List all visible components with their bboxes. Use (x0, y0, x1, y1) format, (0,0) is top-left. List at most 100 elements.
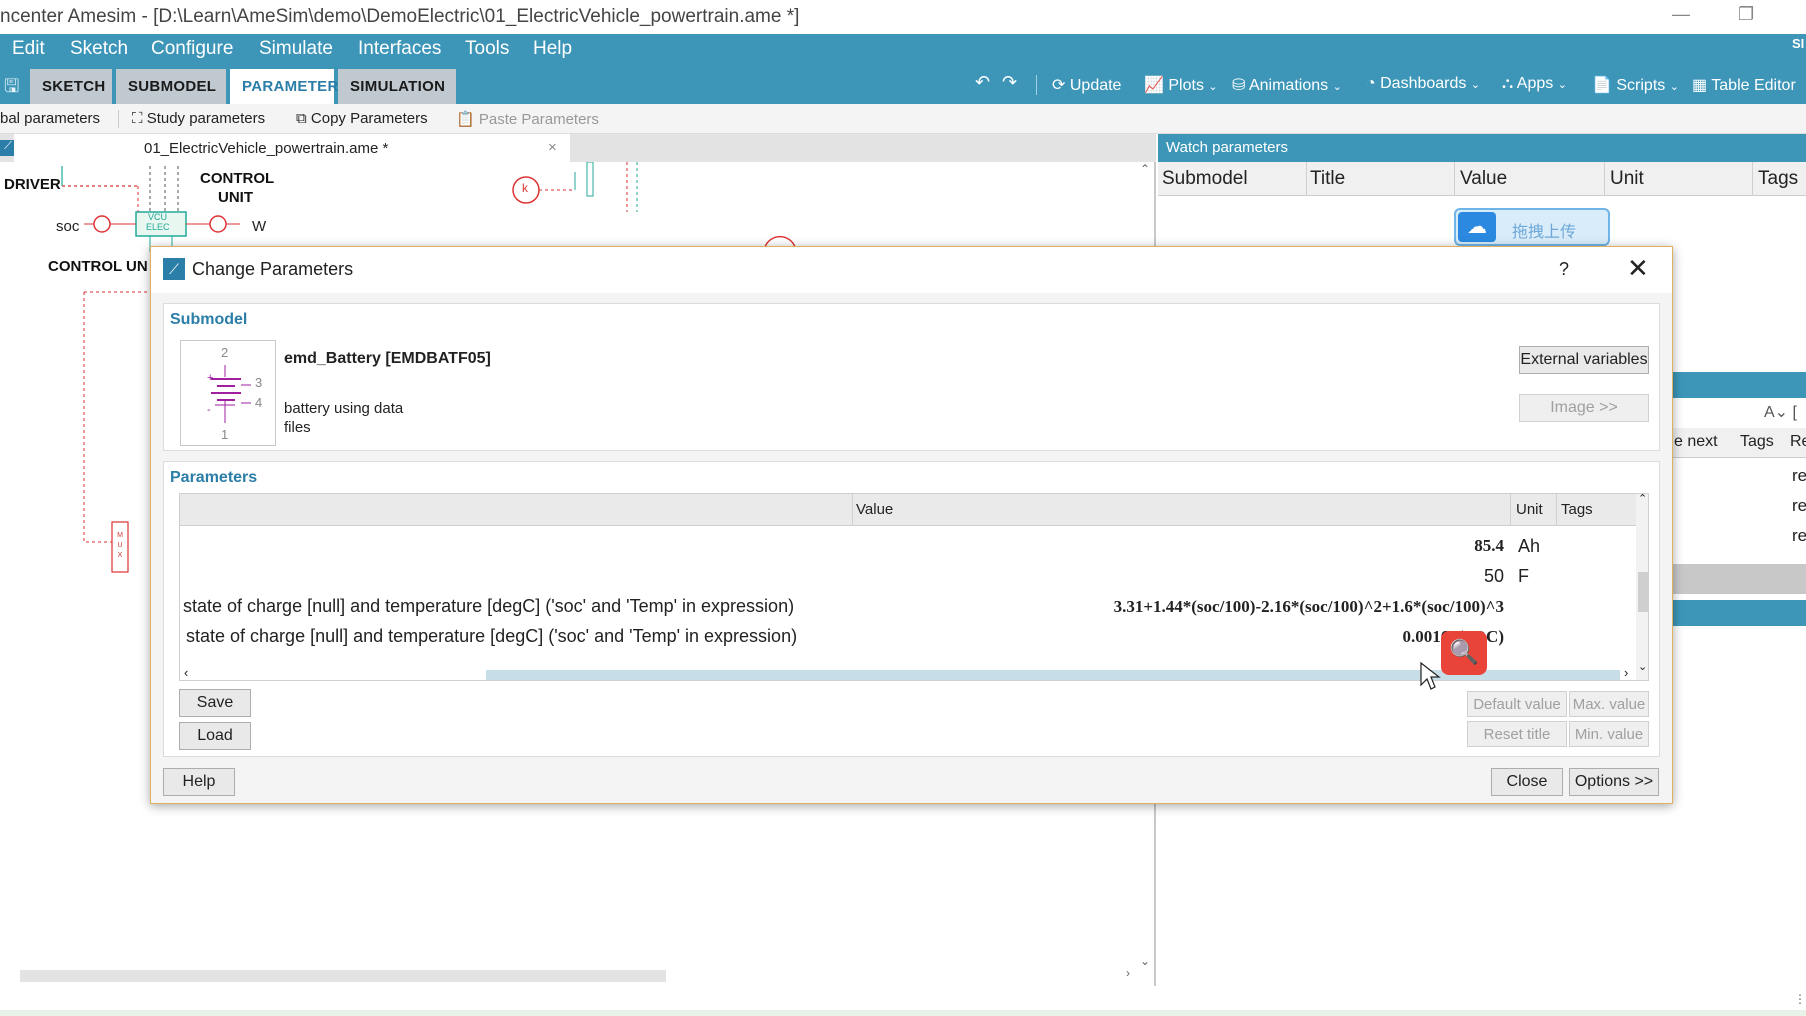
submodel-description-line2: files (284, 419, 311, 436)
undo-icon[interactable]: ↶ (975, 72, 990, 93)
parameter-toolbar: bal parameters ⛶ Study parameters ⧉ Copy… (0, 104, 1806, 134)
col-submodel[interactable]: Submodel (1162, 168, 1248, 190)
svg-text:U: U (117, 542, 122, 549)
animations-button[interactable]: ⛁ Animations ⌄ (1232, 75, 1342, 95)
scroll-up-icon[interactable]: ⌃ (1638, 494, 1647, 505)
right-col-next[interactable]: e next (1674, 433, 1718, 451)
close-icon[interactable]: ✕ (1627, 253, 1649, 284)
document-tab-label: 01_ElectricVehicle_powertrain.ame * (144, 140, 389, 157)
magnifier-icon[interactable]: 🔍 (1441, 631, 1487, 675)
watch-table-header: Submodel Title Value Unit Tags (1158, 162, 1806, 196)
tab-submodel[interactable]: SUBMODEL (116, 69, 226, 104)
apps-icon: ⛬ (1502, 75, 1514, 92)
scroll-left-icon[interactable]: ‹ (184, 665, 188, 680)
table-row[interactable]: state of charge [null] and temperature [… (180, 622, 1636, 652)
save-button[interactable]: Save (179, 689, 251, 717)
driver-label: DRIVER (4, 176, 61, 193)
table-row[interactable]: state of charge [null] and temperature [… (180, 592, 1636, 622)
submodel-description-line1: battery using data (284, 400, 404, 417)
col-tags[interactable]: Tags (1561, 501, 1593, 518)
image-button[interactable]: Image >> (1519, 394, 1649, 422)
help-button[interactable]: Help (163, 768, 235, 796)
ribbon-separator (1036, 75, 1037, 95)
table-row[interactable]: 50 F (180, 562, 1636, 592)
tab-sketch[interactable]: SKETCH (30, 69, 112, 104)
options-button[interactable]: Options >> (1569, 768, 1659, 796)
horizontal-scrollbar[interactable]: ‹ › (180, 665, 1636, 680)
right-panel-bar-2 (1672, 600, 1806, 626)
copy-parameters-button[interactable]: ⧉ Copy Parameters (296, 110, 428, 127)
menu-sketch[interactable]: Sketch (70, 38, 128, 60)
col-value[interactable]: Value (856, 501, 893, 518)
vcu-elec-label: ELEC (146, 222, 170, 232)
vcu-label: VCU (148, 212, 168, 222)
col-tags[interactable]: Tags (1758, 168, 1798, 190)
tab-simulation[interactable]: SIMULATION (338, 69, 456, 104)
close-button[interactable]: Close (1491, 768, 1563, 796)
max-value-button[interactable]: Max. value (1569, 691, 1649, 717)
menu-tools[interactable]: Tools (465, 38, 509, 60)
col-unit[interactable]: Unit (1516, 501, 1543, 518)
save-icon[interactable]: 🖫 (4, 74, 19, 104)
col-value[interactable]: Value (1460, 168, 1507, 190)
param-value[interactable]: 50 (1080, 566, 1504, 587)
right-col-tags[interactable]: Tags (1740, 433, 1774, 451)
min-value-button[interactable]: Min. value (1569, 721, 1649, 747)
change-parameters-dialog: ⟋ Change Parameters ? ✕ Submodel + - 2 3 (150, 246, 1673, 804)
tab-parameter[interactable]: PARAMETER (230, 69, 338, 104)
resize-grip-icon[interactable]: ⋮ (1794, 992, 1806, 1006)
parameters-table-header: Value Unit Tags (180, 494, 1636, 526)
table-row[interactable]: 85.4 Ah (180, 532, 1636, 562)
dashboards-button[interactable]: ◔ Dashboards ⌄ (1366, 75, 1480, 93)
param-value[interactable]: 3.31+1.44*(soc/100)-2.16*(soc/100)^2+1.6… (940, 597, 1504, 617)
menu-help[interactable]: Help (533, 38, 572, 60)
vertical-scrollbar[interactable]: ⌃ ⌄ (1636, 494, 1648, 680)
chevron-down-icon: ⌄ (1557, 79, 1567, 91)
font-icon[interactable]: A⌄ [ (1764, 402, 1797, 422)
upload-badge-label: 拖拽上传 (1512, 224, 1577, 241)
plots-button[interactable]: 📈 Plots ⌄ (1144, 75, 1218, 95)
col-unit[interactable]: Unit (1610, 168, 1644, 190)
close-tab-icon[interactable]: × (548, 139, 557, 156)
study-parameters-button[interactable]: ⛶ Study parameters (132, 110, 265, 127)
load-button[interactable]: Load (179, 722, 251, 750)
paste-parameters-button[interactable]: 📋 Paste Parameters (456, 110, 599, 128)
restore-icon[interactable]: ❐ (1738, 4, 1754, 25)
menu-right-cut: SI (1792, 36, 1805, 51)
help-question-icon[interactable]: ? (1559, 259, 1569, 280)
table-editor-button[interactable]: ▦ Table Editor (1692, 75, 1796, 95)
parameters-table: Value Unit Tags 85.4 Ah 50 F state of ch… (179, 493, 1649, 681)
scroll-right-icon[interactable]: › (1624, 665, 1628, 680)
chevron-down-icon: ⌄ (1208, 81, 1218, 93)
param-value[interactable]: 85.4 (1080, 536, 1504, 556)
scripts-button[interactable]: 📄 Scripts ⌄ (1592, 75, 1679, 95)
apps-button[interactable]: ⛬ Apps ⌄ (1502, 75, 1567, 93)
right-row-3: re (1792, 526, 1806, 545)
reset-title-button[interactable]: Reset title (1467, 721, 1567, 747)
external-variables-button[interactable]: External variables (1519, 346, 1649, 374)
param-unit: Ah (1518, 536, 1541, 556)
minimize-icon[interactable]: — (1672, 4, 1690, 25)
col-title[interactable]: Title (1310, 168, 1345, 190)
menu-interfaces[interactable]: Interfaces (358, 38, 441, 60)
scroll-thumb[interactable] (1638, 572, 1648, 612)
scroll-down-icon[interactable]: ⌄ (1638, 660, 1647, 673)
param-title: state of charge [null] and temperature [… (183, 596, 795, 616)
dialog-title-bar: ⟋ Change Parameters ? ✕ (151, 247, 1672, 293)
global-parameters-button[interactable]: bal parameters (0, 110, 100, 127)
scroll-down-icon[interactable]: ⌄ (1140, 954, 1150, 968)
redo-icon[interactable]: ↷ (1002, 72, 1017, 93)
scroll-up-icon[interactable]: ⌃ (1140, 162, 1150, 176)
menu-simulate[interactable]: Simulate (259, 38, 333, 60)
menu-edit[interactable]: Edit (12, 38, 45, 60)
upload-badge[interactable]: ☁ 拖拽上传 (1454, 208, 1610, 246)
scroll-right-icon[interactable]: › (1126, 966, 1130, 980)
document-tab[interactable]: 01_ElectricVehicle_powertrain.ame * × (14, 134, 570, 162)
default-value-button[interactable]: Default value (1467, 691, 1567, 717)
svg-text:M: M (117, 532, 123, 539)
right-col-re[interactable]: Re (1790, 433, 1806, 451)
script-icon: 📄 (1592, 77, 1612, 94)
svg-text:+: + (207, 372, 213, 384)
menu-configure[interactable]: Configure (151, 38, 233, 60)
update-button[interactable]: ⟳ Update (1052, 75, 1121, 95)
